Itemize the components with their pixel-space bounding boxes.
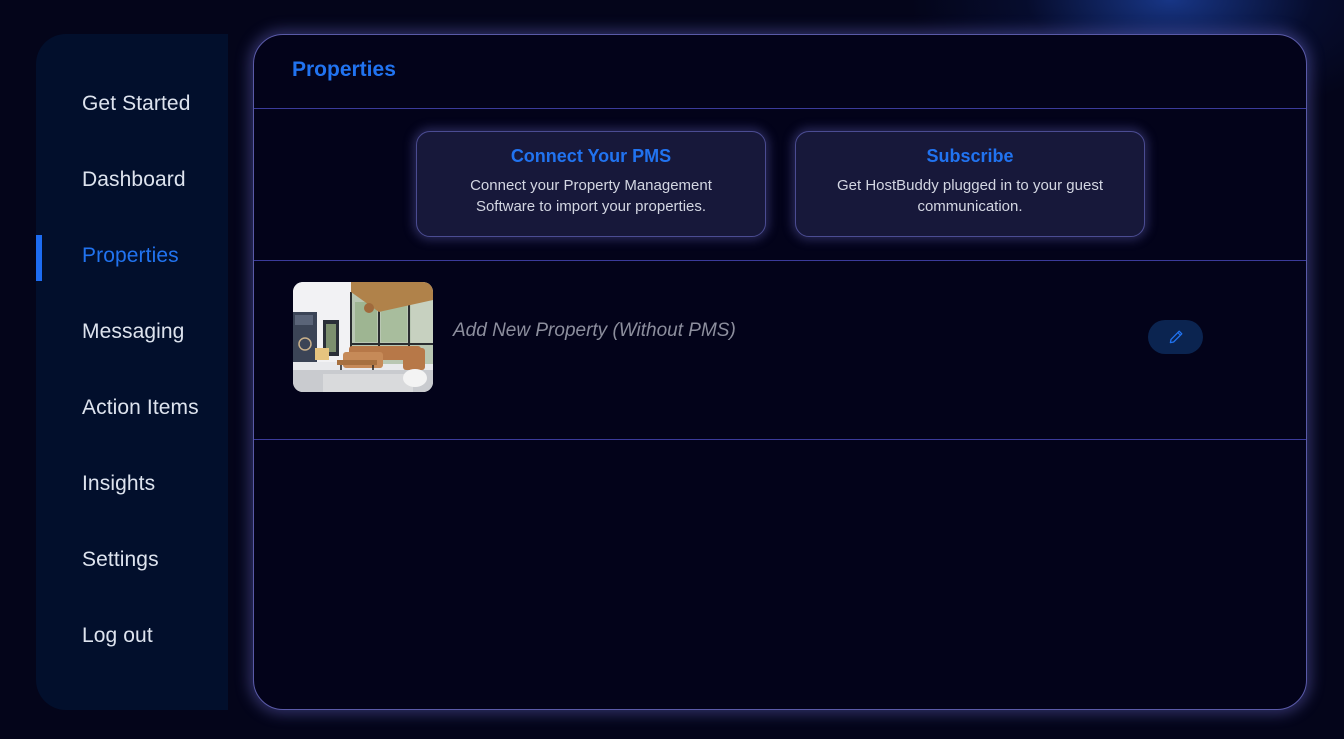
property-thumbnail[interactable] (293, 282, 433, 392)
cards-divider (254, 260, 1306, 261)
subscribe-card[interactable]: Subscribe Get HostBuddy plugged in to yo… (795, 131, 1145, 237)
property-name[interactable]: Add New Property (Without PMS) (453, 320, 736, 342)
active-nav-indicator (36, 235, 42, 281)
connect-pms-description: Connect your Property Management Softwar… (470, 177, 712, 215)
header-divider (254, 108, 1306, 109)
connect-pms-card[interactable]: Connect Your PMS Connect your Property M… (416, 131, 766, 237)
subscribe-title: Subscribe (926, 146, 1014, 166)
subscribe-description: Get HostBuddy plugged in to your guest c… (836, 177, 1103, 215)
sidebar-item-properties[interactable]: Properties (82, 244, 179, 268)
pencil-icon (1169, 330, 1182, 344)
living-room-photo (293, 282, 433, 392)
sidebar-item-action-items[interactable]: Action Items (82, 396, 199, 420)
connect-pms-title: Connect Your PMS (510, 146, 672, 166)
sidebar-item-get-started[interactable]: Get Started (82, 92, 191, 116)
sidebar-item-settings[interactable]: Settings (82, 548, 159, 572)
main-panel: Properties Connect Your PMS Connect your… (253, 34, 1307, 710)
edit-property-button[interactable] (1148, 320, 1203, 354)
page-title: Properties (292, 58, 396, 81)
sidebar-item-dashboard[interactable]: Dashboard (82, 168, 186, 192)
sidebar-item-insights[interactable]: Insights (82, 472, 155, 496)
property-row-divider (254, 439, 1306, 440)
sidebar-item-messaging[interactable]: Messaging (82, 320, 184, 344)
sidebar-item-log-out[interactable]: Log out (82, 624, 153, 648)
sidebar: Get Started Dashboard Properties Messagi… (36, 34, 228, 710)
